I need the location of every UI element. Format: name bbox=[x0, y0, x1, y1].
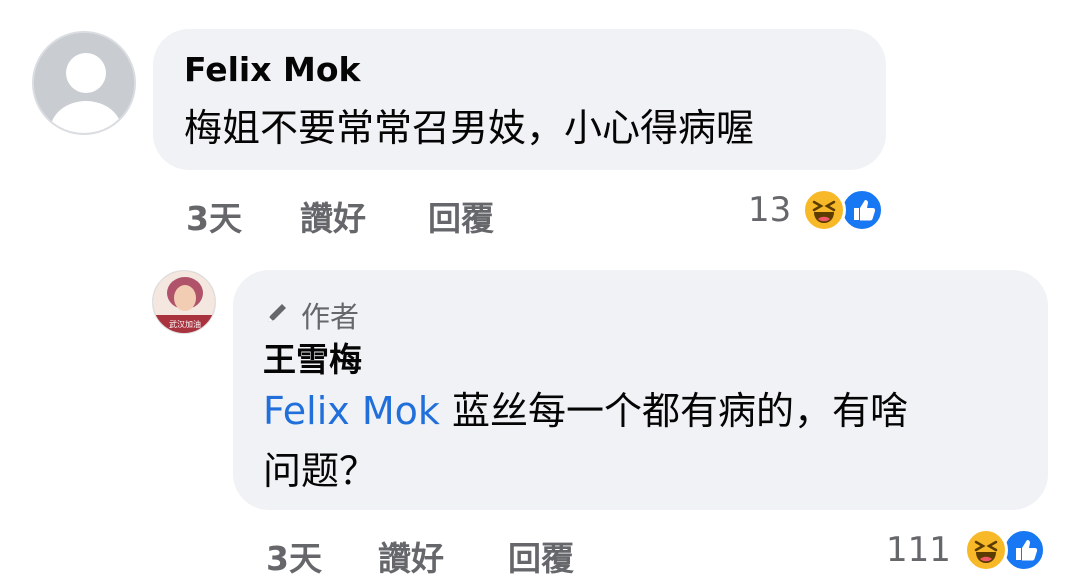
comment-text: 梅姐不要常常召男妓，小心得病喔 bbox=[184, 106, 755, 150]
haha-icon bbox=[802, 188, 846, 232]
default-user-icon bbox=[34, 33, 134, 133]
reply-text: Felix Mok 蓝丝每一个都有病的，有啥 问题？ bbox=[263, 381, 1023, 501]
comment-timestamp[interactable]: 3天 bbox=[186, 192, 242, 240]
reaction-count[interactable]: 13 bbox=[748, 190, 791, 230]
like-button[interactable]: 讚好 bbox=[300, 192, 366, 240]
pencil-icon bbox=[263, 299, 291, 331]
reply-like-button[interactable]: 讚好 bbox=[378, 532, 444, 580]
author-photo: 武汉加油 bbox=[153, 271, 215, 333]
reactions-summary[interactable] bbox=[800, 186, 890, 234]
reply-timestamp[interactable]: 3天 bbox=[266, 532, 322, 580]
author-avatar[interactable]: 武汉加油 bbox=[152, 270, 216, 334]
commenter-avatar[interactable] bbox=[32, 31, 136, 135]
avatar-caption: 武汉加油 bbox=[169, 319, 201, 329]
like-icon bbox=[840, 188, 884, 232]
reply-button[interactable]: 回覆 bbox=[428, 192, 494, 240]
comment-author-name[interactable]: Felix Mok bbox=[184, 50, 360, 89]
reply-author-name[interactable]: 王雪梅 bbox=[263, 333, 362, 381]
author-badge-label: 作者 bbox=[301, 300, 360, 334]
haha-icon bbox=[964, 528, 1008, 572]
reply-text-line-2: 问题？ bbox=[263, 449, 378, 493]
like-icon bbox=[1002, 528, 1046, 572]
reply-reactions-summary[interactable] bbox=[962, 526, 1052, 574]
reply-reply-button[interactable]: 回覆 bbox=[508, 532, 574, 580]
author-badge: 作者 bbox=[263, 294, 359, 336]
reply-text-line-1: 蓝丝每一个都有病的，有啥 bbox=[451, 389, 908, 433]
mention-link[interactable]: Felix Mok bbox=[263, 389, 440, 433]
reply-reaction-count[interactable]: 111 bbox=[886, 530, 951, 570]
